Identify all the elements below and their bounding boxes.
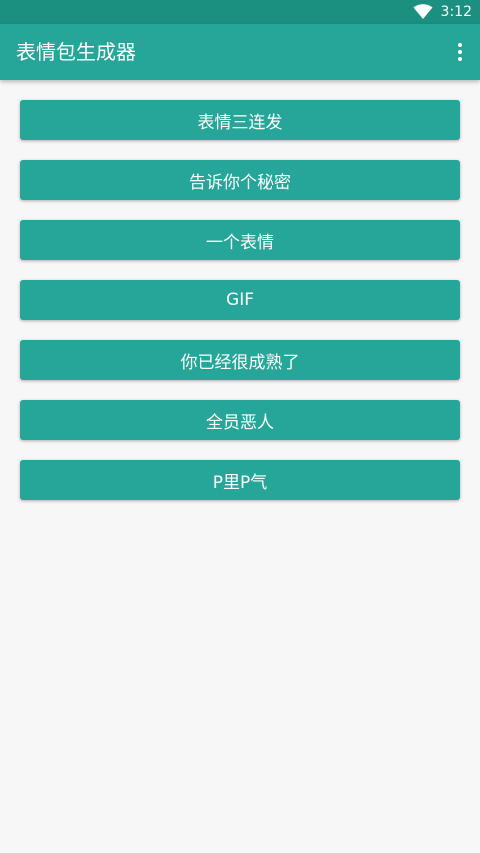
more-vert-icon[interactable] [448,32,472,72]
status-bar: 3:12 [0,0,480,24]
app-title: 表情包生成器 [16,40,136,64]
p-style-button[interactable]: P里P气 [20,460,460,500]
all-villains-button[interactable]: 全员恶人 [20,400,460,440]
app-bar: 表情包生成器 [0,24,480,80]
status-icons: 3:12 [413,0,472,24]
tell-secret-button[interactable]: 告诉你个秘密 [20,160,460,200]
single-emoji-button[interactable]: 一个表情 [20,220,460,260]
mature-button[interactable]: 你已经很成熟了 [20,340,460,380]
gif-button[interactable]: GIF [20,280,460,320]
button-list: 表情三连发 告诉你个秘密 一个表情 GIF 你已经很成熟了 全员恶人 P里P气 [20,100,460,500]
dot [458,43,462,47]
wifi-icon [413,4,433,19]
emoji-triple-button[interactable]: 表情三连发 [20,100,460,140]
dot [458,57,462,61]
status-time: 3:12 [440,4,472,20]
dot [458,50,462,54]
